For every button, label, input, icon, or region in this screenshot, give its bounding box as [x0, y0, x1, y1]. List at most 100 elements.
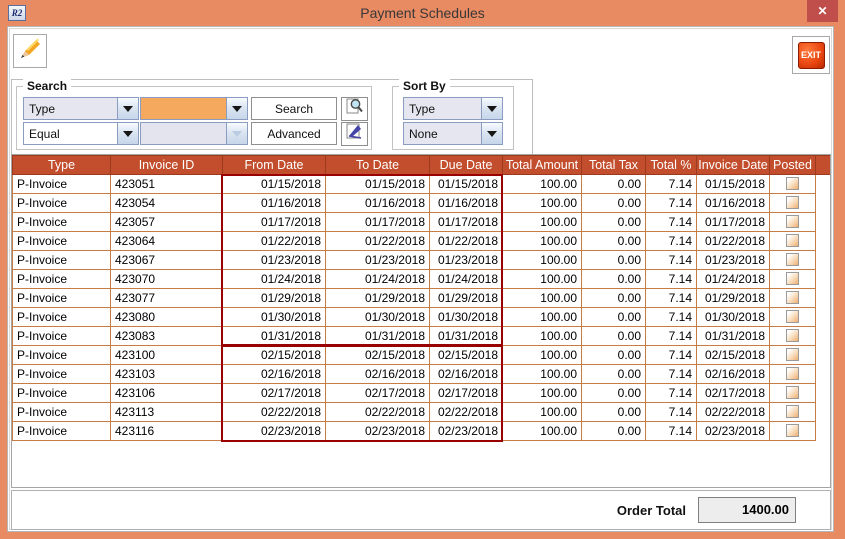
chevron-down-icon[interactable]: [226, 98, 247, 119]
search-value-select[interactable]: [140, 97, 248, 120]
table-row[interactable]: P-Invoice42308301/31/201801/31/201801/31…: [13, 327, 831, 346]
table-row[interactable]: P-Invoice42306701/23/201801/23/201801/23…: [13, 251, 831, 270]
cell-due-date: 01/16/2018: [430, 194, 503, 213]
posted-checkbox[interactable]: [786, 291, 799, 304]
table-row[interactable]: P-Invoice42307701/29/201801/29/201801/29…: [13, 289, 831, 308]
cell-due-date: 01/23/2018: [430, 251, 503, 270]
cell-from-date: 02/16/2018: [223, 365, 326, 384]
cell-to-date: 01/15/2018: [326, 175, 430, 194]
cell-due-date: 01/15/2018: [430, 175, 503, 194]
table-row[interactable]: P-Invoice42306401/22/201801/22/201801/22…: [13, 232, 831, 251]
exit-button[interactable]: EXIT: [792, 36, 830, 74]
table-row[interactable]: P-Invoice42311302/22/201802/22/201802/22…: [13, 403, 831, 422]
column-header-from-date[interactable]: From Date: [223, 156, 326, 175]
cell-invoice-id: 423070: [111, 270, 223, 289]
posted-checkbox[interactable]: [786, 272, 799, 285]
table-row[interactable]: P-Invoice42305701/17/201801/17/201801/17…: [13, 213, 831, 232]
cell-posted: [770, 232, 816, 251]
cell-from-date: 01/16/2018: [223, 194, 326, 213]
sortby-groupbox: Sort By Type None: [392, 86, 514, 150]
search-group-label: Search: [23, 79, 71, 93]
cell-due-date: 01/24/2018: [430, 270, 503, 289]
posted-checkbox[interactable]: [786, 329, 799, 342]
cell-filler: [816, 232, 831, 251]
column-header-total-[interactable]: Total %: [646, 156, 697, 175]
table-row[interactable]: P-Invoice42305101/15/201801/15/201801/15…: [13, 175, 831, 194]
chevron-down-icon[interactable]: [481, 123, 502, 144]
advanced-button[interactable]: Advanced: [251, 122, 337, 145]
table-row[interactable]: P-Invoice42311602/23/201802/23/201802/23…: [13, 422, 831, 441]
quick-search-button[interactable]: [341, 97, 368, 121]
cell-posted: [770, 289, 816, 308]
cell-total-amount: 100.00: [503, 232, 582, 251]
posted-checkbox[interactable]: [786, 177, 799, 190]
column-header-total-amount[interactable]: Total Amount: [503, 156, 582, 175]
cell-filler: [816, 213, 831, 232]
cell-total-tax: 0.00: [582, 251, 646, 270]
column-header-due-date[interactable]: Due Date: [430, 156, 503, 175]
cell-total-amount: 100.00: [503, 251, 582, 270]
table-row[interactable]: P-Invoice42310602/17/201802/17/201802/17…: [13, 384, 831, 403]
table-row[interactable]: P-Invoice42310002/15/201802/15/201802/15…: [13, 346, 831, 365]
cell-invoice-id: 423083: [111, 327, 223, 346]
posted-checkbox[interactable]: [786, 196, 799, 209]
cell-total-pct: 7.14: [646, 422, 697, 441]
sort-secondary-select[interactable]: None: [403, 122, 503, 145]
posted-checkbox[interactable]: [786, 253, 799, 266]
search-operator-value: Equal: [24, 123, 117, 144]
cell-due-date: 02/15/2018: [430, 346, 503, 365]
sort-primary-select[interactable]: Type: [403, 97, 503, 120]
table-row[interactable]: P-Invoice42310302/16/201802/16/201802/16…: [13, 365, 831, 384]
close-button[interactable]: ✕: [807, 0, 838, 22]
cell-type: P-Invoice: [13, 232, 111, 251]
column-header-invoice-id[interactable]: Invoice ID: [111, 156, 223, 175]
cell-invoice-date: 02/16/2018: [697, 365, 770, 384]
cell-type: P-Invoice: [13, 251, 111, 270]
column-header-type[interactable]: Type: [13, 156, 111, 175]
posted-checkbox[interactable]: [786, 424, 799, 437]
table-row[interactable]: P-Invoice42305401/16/201801/16/201801/16…: [13, 194, 831, 213]
column-header-invoice-date[interactable]: Invoice Date: [697, 156, 770, 175]
search-operator-select[interactable]: Equal: [23, 122, 139, 145]
posted-checkbox[interactable]: [786, 348, 799, 361]
chevron-down-icon[interactable]: [117, 98, 138, 119]
column-header-total-tax[interactable]: Total Tax: [582, 156, 646, 175]
cell-posted: [770, 365, 816, 384]
search-field-select[interactable]: Type: [23, 97, 139, 120]
cell-invoice-date: 01/31/2018: [697, 327, 770, 346]
cell-due-date: 02/22/2018: [430, 403, 503, 422]
cell-to-date: 01/31/2018: [326, 327, 430, 346]
search-button[interactable]: Search: [251, 97, 337, 120]
column-header-to-date[interactable]: To Date: [326, 156, 430, 175]
posted-checkbox[interactable]: [786, 310, 799, 323]
column-header-posted[interactable]: Posted: [770, 156, 816, 175]
posted-checkbox[interactable]: [786, 234, 799, 247]
cell-posted: [770, 384, 816, 403]
content-panel: EXIT Search Type Search: [7, 26, 834, 532]
posted-checkbox[interactable]: [786, 386, 799, 399]
cell-from-date: 01/22/2018: [223, 232, 326, 251]
table-row[interactable]: P-Invoice42308001/30/201801/30/201801/30…: [13, 308, 831, 327]
cell-total-pct: 7.14: [646, 194, 697, 213]
posted-checkbox[interactable]: [786, 405, 799, 418]
cell-total-tax: 0.00: [582, 194, 646, 213]
cell-invoice-date: 01/16/2018: [697, 194, 770, 213]
cell-total-tax: 0.00: [582, 346, 646, 365]
cell-total-amount: 100.00: [503, 289, 582, 308]
table-row[interactable]: P-Invoice42307001/24/201801/24/201801/24…: [13, 270, 831, 289]
cell-filler: [816, 289, 831, 308]
chevron-down-icon[interactable]: [481, 98, 502, 119]
edit-button[interactable]: [13, 34, 47, 68]
cell-invoice-id: 423064: [111, 232, 223, 251]
search-groupbox: Search Type Search: [16, 86, 372, 150]
cell-filler: [816, 365, 831, 384]
cell-from-date: 01/23/2018: [223, 251, 326, 270]
posted-checkbox[interactable]: [786, 215, 799, 228]
search-operator-value-select[interactable]: [140, 122, 248, 145]
cell-to-date: 02/15/2018: [326, 346, 430, 365]
advanced-search-button[interactable]: [341, 122, 368, 146]
cell-total-tax: 0.00: [582, 175, 646, 194]
chevron-down-icon[interactable]: [117, 123, 138, 144]
posted-checkbox[interactable]: [786, 367, 799, 380]
cell-type: P-Invoice: [13, 194, 111, 213]
